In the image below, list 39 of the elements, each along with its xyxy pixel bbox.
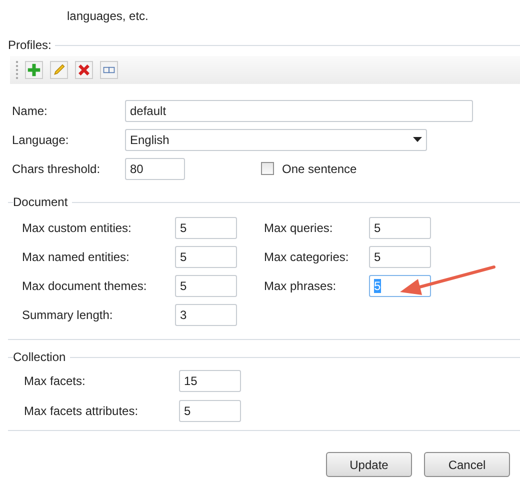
toolbar-button[interactable] [75, 61, 93, 79]
checkbox-label: One sentence [282, 160, 357, 178]
field-label: Language: [12, 132, 70, 148]
description-text: languages, etc. [66, 8, 150, 25]
input-field[interactable]: 5 [369, 216, 431, 238]
toolbar-button[interactable] [100, 61, 118, 79]
dropdown[interactable]: English [125, 128, 427, 150]
input-field[interactable]: 80 [125, 158, 185, 180]
input-field[interactable]: default [125, 100, 473, 122]
field-label: Max categories: [264, 248, 350, 266]
input-field[interactable]: 5 [179, 400, 241, 422]
field-label: Max queries: [264, 220, 334, 236]
input-field[interactable]: 5 [175, 246, 237, 268]
group-label: Profiles: [8, 37, 52, 54]
input-field[interactable]: 3 [175, 304, 237, 326]
input-field[interactable]: 5 [369, 246, 431, 268]
delete-icon [77, 63, 91, 77]
toolbar-button[interactable] [25, 61, 43, 79]
group-label: Collection [13, 349, 66, 366]
field-label: Name: [12, 102, 48, 120]
field-label: Max phrases: [264, 278, 338, 294]
input-field[interactable]: 5 [175, 216, 237, 238]
dialog-button[interactable]: Cancel [424, 452, 510, 477]
dialog-button[interactable]: Update [326, 452, 412, 477]
checkbox[interactable] [261, 162, 274, 175]
input-field[interactable]: 15 [179, 370, 241, 392]
input-field[interactable]: 5 [175, 274, 237, 296]
field-label: Max facets attributes: [24, 403, 140, 420]
field-label: Max named entities: [22, 248, 130, 266]
caret-icon [413, 137, 422, 142]
group-label: Document [13, 194, 68, 211]
field-label: Max facets: [24, 373, 86, 390]
field-label: Max custom entities: [22, 220, 132, 236]
add-icon [27, 63, 41, 77]
field-label: Summary length: [22, 306, 114, 324]
pencil-icon [52, 63, 66, 77]
toolbar-button[interactable] [50, 61, 68, 79]
field-label: Max document themes: [22, 278, 148, 294]
field-label: Chars threshold: [12, 160, 102, 178]
